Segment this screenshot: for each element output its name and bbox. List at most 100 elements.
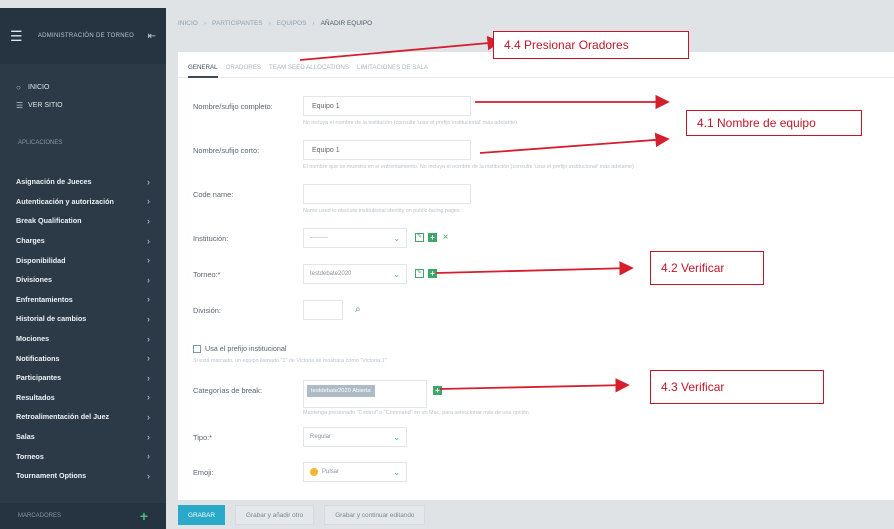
- pin-icon[interactable]: ⇤: [142, 31, 156, 42]
- breadcrumb-item[interactable]: INICIO: [178, 20, 198, 27]
- sidebar-section-label: APLICACIONES: [18, 140, 63, 146]
- circle-icon: ○: [16, 82, 21, 92]
- sidebar-item[interactable]: Asignación de Jueces ›: [0, 172, 166, 192]
- code-name-row: Code name:: [193, 184, 471, 204]
- save-button[interactable]: GRABAR: [178, 505, 225, 525]
- annotation-4-2: 4.2 Verificar: [650, 251, 764, 285]
- sidebar-item-label: Autenticación y autorización: [16, 196, 114, 206]
- edit-icon[interactable]: ✎: [415, 233, 424, 242]
- emoji-select[interactable]: Pulsar ⌄: [303, 462, 407, 482]
- sidebar-item-label: Break Qualification: [16, 216, 82, 226]
- tournament-label: Torneo:*: [193, 270, 221, 279]
- sidebar-item-label: Mociones: [16, 334, 50, 344]
- institution-select[interactable]: --------- ⌄: [303, 228, 407, 248]
- sidebar-item[interactable]: Resultados ›: [0, 388, 166, 408]
- save-and-continue-button[interactable]: Grabar y continuar editando: [324, 505, 426, 525]
- sidebar-item-label: Enfrentamientos: [16, 294, 73, 304]
- chevron-down-icon: ⌄: [393, 467, 400, 477]
- sidebar-item-label: Resultados: [16, 392, 55, 402]
- add-icon[interactable]: +: [428, 233, 437, 242]
- sidebar: ☰ ADMINISTRACIÓN DE TORNEO ⇤ ○ INICIO ☰ …: [0, 8, 166, 529]
- sidebar-item-label: Asignación de Jueces: [16, 177, 92, 187]
- sidebar-item-ver-sitio[interactable]: ☰ VER SITIO: [0, 96, 166, 114]
- emoji-value: Pulsar: [322, 469, 340, 475]
- emoji-row: Emoji: Pulsar ⌄: [193, 462, 407, 482]
- sidebar-item-label: Charges: [16, 236, 45, 246]
- break-category-option[interactable]: testdebate2020 Abierta: [307, 385, 375, 397]
- sidebar-item[interactable]: Mociones ›: [0, 329, 166, 349]
- chevron-right-icon: ›: [147, 372, 150, 383]
- chevron-right-icon: ›: [147, 196, 150, 207]
- tournament-value: testdebate2020: [310, 271, 352, 277]
- short-name-hint: El nombre que se muestra en el enfrentam…: [303, 164, 634, 170]
- chevron-right-icon: ›: [147, 215, 150, 226]
- menu-icon[interactable]: ☰: [10, 28, 30, 45]
- chevron-right-icon: ›: [147, 392, 150, 403]
- tab-limitaciones-de-sala[interactable]: LIMITACIONES DE SALA: [357, 64, 428, 78]
- sidebar-bookmarks: MARCADORES +: [0, 503, 166, 529]
- add-icon[interactable]: +: [433, 386, 442, 395]
- sidebar-item-label: Disponibilidad: [16, 255, 66, 265]
- sidebar-item[interactable]: Participantes ›: [0, 368, 166, 388]
- full-name-label: Nombre/sufijo completo:: [193, 102, 273, 111]
- break-categories-row: Categorías de break: testdebate2020 Abie…: [193, 380, 442, 408]
- annotation-4-1: 4.1 Nombre de equipo: [686, 110, 862, 136]
- chevron-right-icon: ›: [147, 294, 150, 305]
- add-icon[interactable]: +: [428, 269, 437, 278]
- sidebar-item-label: Historial de cambios: [16, 314, 87, 324]
- sidebar-item-label: Notifications: [16, 353, 60, 363]
- sidebar-item[interactable]: Charges ›: [0, 231, 166, 251]
- search-icon[interactable]: ⌕: [355, 304, 361, 315]
- sidebar-item[interactable]: Retroalimentación del Juez ›: [0, 407, 166, 427]
- sidebar-item[interactable]: Autenticación y autorización ›: [0, 192, 166, 212]
- edit-icon[interactable]: ✎: [415, 269, 424, 278]
- sidebar-item-label: Retroalimentación del Juez: [16, 412, 110, 422]
- code-name-input[interactable]: [303, 184, 471, 204]
- chevron-right-icon: ›: [147, 411, 150, 422]
- sidebar-item[interactable]: Salas ›: [0, 427, 166, 447]
- division-input[interactable]: [303, 300, 343, 320]
- sidebar-item[interactable]: Notifications ›: [0, 348, 166, 368]
- sidebar-item[interactable]: Divisiones ›: [0, 270, 166, 290]
- sidebar-item[interactable]: Break Qualification ›: [0, 211, 166, 231]
- full-name-input[interactable]: Equipo 1: [303, 96, 471, 116]
- tournament-select[interactable]: testdebate2020 ⌄: [303, 264, 407, 284]
- add-bookmark-icon[interactable]: +: [140, 508, 148, 524]
- bookmarks-label: MARCADORES: [18, 513, 62, 519]
- type-label: Tipo:*: [193, 433, 213, 442]
- annotation-4-4: 4.4 Presionar Oradores: [493, 31, 689, 59]
- breadcrumb-item[interactable]: PARTICIPANTES: [212, 20, 263, 27]
- break-categories-hint: Mantenga presionado "Control" o "Command…: [303, 410, 531, 416]
- tab-team-seed-allocations[interactable]: TEAM SEED ALLOCATIONS: [269, 64, 349, 78]
- sidebar-item[interactable]: Tournament Options ›: [0, 466, 166, 486]
- tournament-row: Torneo:* testdebate2020 ⌄ ✎ +: [193, 264, 437, 284]
- sidebar-item-inicio[interactable]: ○ INICIO: [0, 78, 166, 96]
- breadcrumb-item[interactable]: EQUIPOS: [277, 20, 307, 27]
- type-select[interactable]: Regular ⌄: [303, 427, 407, 447]
- code-name-hint: Name used to obscure institutional ident…: [303, 208, 460, 214]
- save-and-add-button[interactable]: Grabar y añadir otro: [235, 505, 315, 525]
- tab-general[interactable]: GENERAL: [188, 64, 218, 78]
- chevron-right-icon: ›: [147, 333, 150, 344]
- type-value: Regular: [310, 434, 332, 440]
- chevron-right-icon: ›: [147, 255, 150, 266]
- sidebar-item[interactable]: Disponibilidad ›: [0, 250, 166, 270]
- institution-label: Institución:: [193, 234, 229, 243]
- sidebar-item[interactable]: Torneos ›: [0, 446, 166, 466]
- emoji-icon: [310, 468, 318, 476]
- break-categories-select[interactable]: testdebate2020 Abierta: [303, 380, 427, 408]
- delete-icon[interactable]: ×: [441, 233, 450, 243]
- sidebar-item[interactable]: Historial de cambios ›: [0, 309, 166, 329]
- short-name-input[interactable]: Equipo 1: [303, 140, 471, 160]
- use-prefix-checkbox[interactable]: [193, 344, 201, 353]
- use-prefix-hint: Si está marcado, un equipo llamado "1" d…: [193, 358, 387, 364]
- tab-oradores[interactable]: ORADORES: [226, 64, 261, 78]
- chevron-right-icon: ›: [147, 274, 150, 285]
- sidebar-item-label: Divisiones: [16, 275, 52, 285]
- sidebar-item[interactable]: Enfrentamientos ›: [0, 290, 166, 310]
- sidebar-item-label: Torneos: [16, 451, 44, 461]
- list-icon: ☰: [16, 100, 24, 110]
- code-name-label: Code name:: [193, 190, 234, 199]
- division-label: División:: [193, 306, 221, 315]
- breadcrumb-separator: ›: [312, 20, 315, 27]
